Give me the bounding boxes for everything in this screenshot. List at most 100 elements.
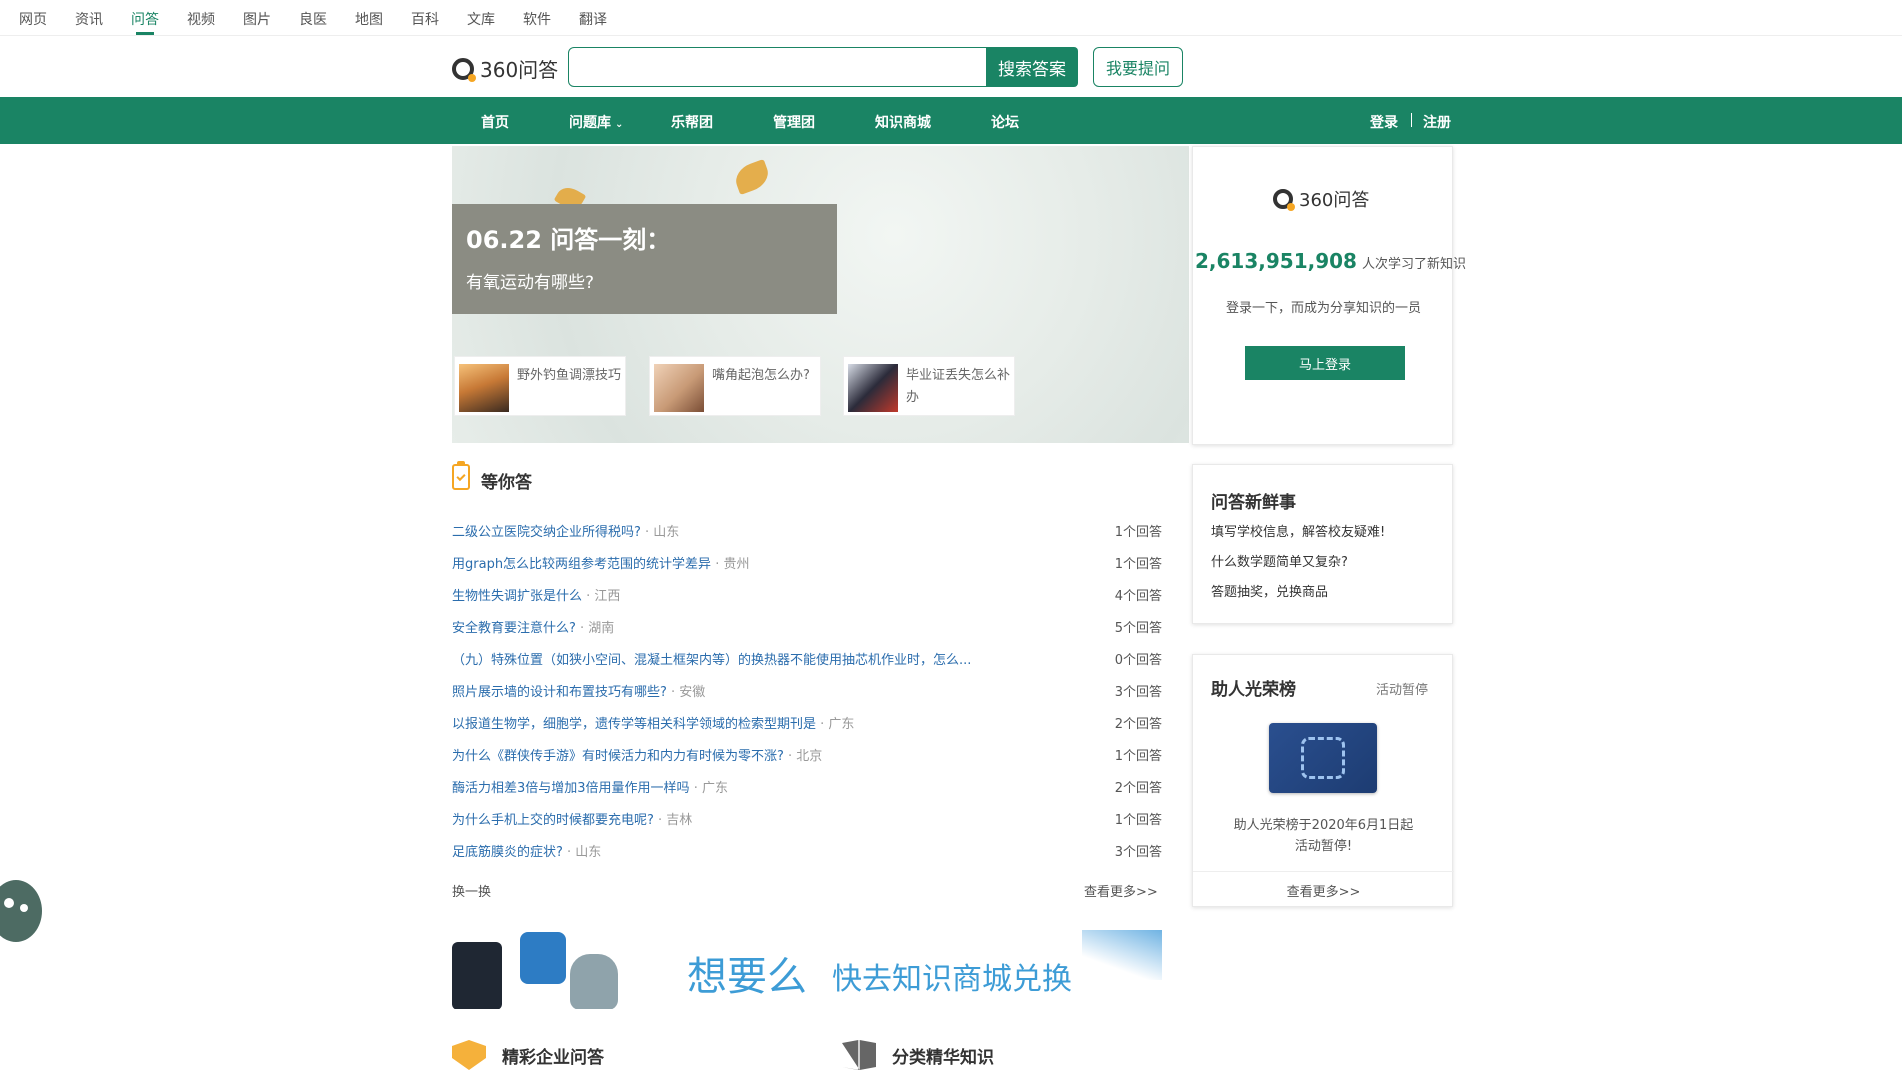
quick-login-button[interactable]: 马上登录 [1245, 346, 1405, 380]
main-nav-lebang[interactable]: 乐帮团 [671, 112, 713, 132]
banner-caption[interactable]: 06.22 问答一刻： 有氧运动有哪些? [452, 204, 837, 314]
news-item[interactable]: 什么数学题简单又复杂? [1211, 551, 1348, 570]
daily-qa-banner[interactable]: 06.22 问答一刻： 有氧运动有哪些? 野外钓鱼调漂技巧 嘴角起泡怎么办? 毕… [452, 146, 1189, 443]
learn-count-suffix: 人次学习了新知识 [1362, 257, 1467, 272]
more-questions-link[interactable]: 查看更多>> [1084, 881, 1158, 900]
waiting-title: 等你答 [481, 473, 532, 493]
honor-more-link[interactable]: 查看更多>> [1193, 881, 1454, 900]
nav-video[interactable]: 视频 [187, 9, 215, 29]
banner-thumb-fishing[interactable]: 野外钓鱼调漂技巧 [454, 356, 626, 416]
answer-count: 5个回答 [1114, 621, 1162, 636]
question-row[interactable]: 足底筋膜炎的症状? · 山东 3个回答 [452, 841, 1162, 861]
question-row[interactable]: 安全教育要注意什么? · 湖南 5个回答 [452, 617, 1162, 637]
main-nav-home[interactable]: 首页 [481, 112, 509, 132]
leaf-icon [731, 158, 773, 196]
question-link[interactable]: 为什么手机上交的时候都要充电呢? [452, 813, 654, 828]
banner-thumb-diploma[interactable]: 毕业证丢失怎么补办 [843, 356, 1015, 416]
nav-news[interactable]: 资讯 [75, 9, 103, 29]
register-link[interactable]: 注册 [1423, 112, 1451, 132]
card-logo: 360问答 [1273, 186, 1369, 212]
answer-count: 0个回答 [1114, 653, 1162, 668]
robot-image [570, 954, 618, 1009]
logo-text: 360问答 [480, 58, 559, 82]
login-card: 360问答 2,613,951,908 人次学习了新知识 登录一下，而成为分享知… [1192, 146, 1466, 445]
news-item[interactable]: 填写学校信息，解答校友疑难! [1211, 521, 1385, 540]
nav-active-underline [136, 32, 154, 35]
nav-wenku[interactable]: 文库 [467, 9, 495, 29]
thumb-title: 毕业证丢失怎么补办 [906, 368, 1011, 405]
graduate-thumbnail [848, 364, 898, 412]
lip-thumbnail [654, 364, 704, 412]
nav-translate[interactable]: 翻译 [579, 9, 607, 29]
honor-title: 助人光荣榜 [1211, 680, 1296, 700]
nav-image[interactable]: 图片 [243, 9, 271, 29]
question-row[interactable]: 生物性失调扩张是什么 · 江西 4个回答 [452, 585, 1162, 605]
question-link[interactable]: 用graph怎么比较两组参考范围的统计学差异 [452, 557, 711, 572]
honor-note-line: 活动暂停! [1294, 839, 1353, 854]
nav-web[interactable]: 网页 [19, 9, 47, 29]
question-link[interactable]: 生物性失调扩张是什么 [452, 589, 582, 604]
site-logo[interactable]: 360问答 [452, 54, 558, 83]
search-button[interactable]: 搜索答案 [986, 47, 1078, 87]
main-nav-store[interactable]: 知识商城 [875, 112, 931, 132]
question-location: · 安徽 [671, 685, 706, 700]
logo-text: 360问答 [1299, 190, 1370, 211]
answer-count: 2个回答 [1114, 717, 1162, 732]
enterprise-title: 精彩企业问答 [502, 1048, 604, 1068]
question-row[interactable]: 照片展示墙的设计和布置技巧有哪些? · 安徽 3个回答 [452, 681, 1162, 701]
question-row[interactable]: （九）特殊位置（如狭小空间、混凝土框架内等）的换热器不能使用抽芯机作业时，怎么.… [452, 649, 1162, 669]
question-link[interactable]: 二级公立医院交纳企业所得税吗? [452, 525, 641, 540]
main-nav-forum[interactable]: 论坛 [991, 112, 1019, 132]
main-nav-bar: 首页 问题库 ⌄ 乐帮团 管理团 知识商城 论坛 登录 注册 [0, 97, 1902, 144]
news-item[interactable]: 答题抽奖，兑换商品 [1211, 581, 1328, 600]
question-link[interactable]: 照片展示墙的设计和布置技巧有哪些? [452, 685, 667, 700]
question-link[interactable]: 足底筋膜炎的症状? [452, 845, 563, 860]
honor-note-line: 助人光荣榜于2020年6月1日起 [1233, 818, 1414, 833]
question-link[interactable]: （九）特殊位置（如狭小空间、混凝土框架内等）的换热器不能使用抽芯机作业时，怎么.… [452, 653, 971, 668]
shield-icon [452, 1040, 486, 1070]
main-nav-library[interactable]: 问题库 ⌄ [569, 112, 623, 132]
main-nav-admin[interactable]: 管理团 [773, 112, 815, 132]
question-row[interactable]: 酶活力相差3倍与增加3倍用量作用一样吗 · 广东 2个回答 [452, 777, 1162, 797]
question-row[interactable]: 为什么《群侠传手游》有时候活力和内力有时候为零不涨? · 北京 1个回答 [452, 745, 1162, 765]
question-row[interactable]: 为什么手机上交的时候都要充电呢? · 吉林 1个回答 [452, 809, 1162, 829]
refresh-link[interactable]: 换一换 [452, 881, 491, 900]
search-input[interactable] [568, 47, 988, 87]
learn-count: 2,613,951,908 [1195, 249, 1357, 273]
question-location: · 江西 [586, 589, 621, 604]
thumb-title: 野外钓鱼调漂技巧 [517, 368, 622, 383]
question-link[interactable]: 为什么《群侠传手游》有时候活力和内力有时候为零不涨? [452, 749, 784, 764]
ask-question-button[interactable]: 我要提问 [1093, 47, 1183, 87]
question-location: · 贵州 [715, 557, 750, 572]
nav-qa[interactable]: 问答 [131, 9, 159, 29]
nav-map[interactable]: 地图 [355, 9, 383, 29]
nav-software[interactable]: 软件 [523, 9, 551, 29]
decorative-arc [1082, 930, 1162, 980]
question-location: · 吉林 [658, 813, 693, 828]
question-link[interactable]: 安全教育要注意什么? [452, 621, 576, 636]
question-link[interactable]: 以报道生物学，细胞学，遗传学等相关科学领域的检索型期刊是 [452, 717, 816, 732]
question-row[interactable]: 二级公立医院交纳企业所得税吗? · 山东 1个回答 [452, 521, 1162, 541]
phone-image [452, 942, 502, 1009]
thumb-title: 嘴角起泡怎么办? [712, 368, 810, 383]
question-location: · 广东 [820, 717, 855, 732]
honor-divider [1193, 871, 1454, 872]
nav-baike[interactable]: 百科 [411, 9, 439, 29]
banner-thumb-lip[interactable]: 嘴角起泡怎么办? [649, 356, 821, 416]
question-row[interactable]: 用graph怎么比较两组参考范围的统计学差异 · 贵州 1个回答 [452, 553, 1162, 573]
answer-count: 1个回答 [1114, 813, 1162, 828]
question-row[interactable]: 以报道生物学，细胞学，遗传学等相关科学领域的检索型期刊是 · 广东 2个回答 [452, 713, 1162, 733]
floating-mascot-icon[interactable] [0, 880, 42, 942]
book-icon [842, 1040, 876, 1070]
store-promo-banner[interactable]: 想要么 快去知识商城兑换 [452, 930, 1162, 1009]
answer-count: 4个回答 [1114, 589, 1162, 604]
main-nav-library-label: 问题库 [569, 115, 611, 131]
top-vertical-nav: 网页 资讯 问答 视频 图片 良医 地图 百科 文库 软件 翻译 [0, 0, 1902, 36]
banner-date-title: 06.22 问答一刻： [466, 226, 671, 254]
nav-doctor[interactable]: 良医 [299, 9, 327, 29]
jd-logo-icon [1301, 737, 1345, 779]
honor-status: 活动暂停 [1376, 683, 1429, 698]
question-link[interactable]: 酶活力相差3倍与增加3倍用量作用一样吗 [452, 781, 690, 796]
login-link[interactable]: 登录 [1370, 112, 1398, 132]
chevron-down-icon: ⌄ [615, 119, 624, 130]
